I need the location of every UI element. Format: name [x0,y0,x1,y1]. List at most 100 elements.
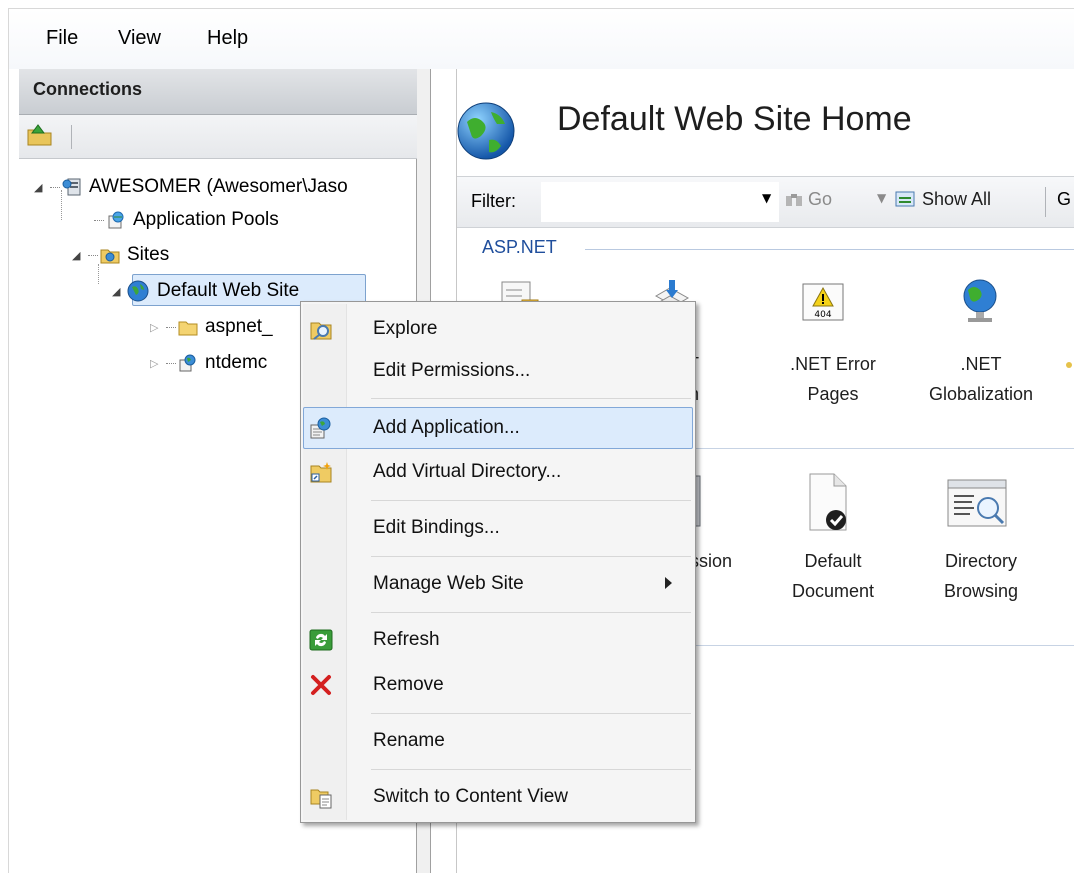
menu-view[interactable]: View [118,27,161,50]
menu-label: Remove [373,674,444,695]
feature-directory-browsing[interactable]: Directory Browsing [906,546,1056,606]
menu-separator [371,713,691,714]
net-error-pages-icon: 404 [801,282,845,324]
error-404-text: 404 [814,310,831,320]
virtual-directory-icon [309,460,333,484]
tree-label-default-site: Default Web Site [157,280,300,301]
site-globe-icon [455,100,517,162]
go-button[interactable]: Go [785,189,832,210]
menu-item-remove[interactable]: Remove [303,664,693,706]
filter-bar: Filter: ▼ Go ▼ Show All G [457,176,1074,228]
menu-item-edit-bindings[interactable]: Edit Bindings... [303,507,693,549]
tree-item-ntdemo[interactable]: ▷ ntdemc [150,348,267,378]
feature-default-document[interactable]: Default Document [768,546,898,606]
tree-connector [50,186,60,188]
expand-closed-icon[interactable]: ▷ [150,357,164,370]
add-application-icon [309,416,333,440]
menu-item-manage-web-site[interactable]: Manage Web Site [303,563,693,605]
show-all-label: Show All [922,189,992,209]
tree-label-app-pools: Application Pools [133,209,279,230]
feature-label: Browsing [943,581,1019,601]
menu-item-explore[interactable]: Explore [303,308,693,350]
menu-separator [371,769,691,770]
feature-label: Document [791,581,875,601]
menu-label: Rename [373,730,445,751]
application-icon [178,353,198,373]
menu-separator [371,500,691,501]
menu-label: Explore [373,318,438,339]
explore-icon [309,317,333,341]
menu-label: Manage Web Site [373,573,524,594]
menu-item-edit-permissions[interactable]: Edit Permissions... [303,350,693,392]
expand-closed-icon[interactable]: ▷ [150,321,164,334]
row-divider [690,448,1074,449]
tree-connector [166,362,176,364]
menu-label: Switch to Content View [373,786,569,807]
menu-help[interactable]: Help [207,27,248,50]
menu-file[interactable]: File [46,27,78,50]
tree-label-aspnet: aspnet_ [205,316,273,337]
menu-label: Edit Permissions... [373,360,531,381]
menu-item-refresh[interactable]: Refresh [303,619,693,661]
expand-open-icon[interactable]: ◢ [34,181,48,194]
menu-label: Edit Bindings... [373,517,500,538]
feature-label: Globalization [928,384,1034,404]
connect-folder-icon[interactable] [27,123,53,147]
connections-title: Connections [33,79,143,99]
menu-item-rename[interactable]: Rename [303,720,693,762]
tree-item-aspnet[interactable]: ▷ aspnet_ [150,312,273,342]
menu-item-add-application[interactable]: Add Application... [303,407,693,449]
tree-label-sites: Sites [127,244,170,265]
globe-icon [126,279,150,303]
context-menu: Explore Edit Permissions... Add Applicat… [300,301,696,823]
tree-label-server: AWESOMER (Awesomer\Jaso [89,176,348,197]
feature-label: ssion [690,551,733,571]
menu-item-add-virtual-directory[interactable]: Add Virtual Directory... [303,451,693,493]
feature-net-error-pages[interactable]: .NET Error Pages [768,349,898,409]
filter-separator [1045,187,1046,217]
connections-header: Connections [19,69,417,115]
feature-session-state[interactable]: ssion [690,546,760,576]
show-all-button[interactable]: Show All [895,189,991,210]
page-title: Default Web Site Home [557,100,912,138]
filter-label: Filter: [471,191,516,211]
default-document-icon [806,472,850,534]
feature-net-globalization[interactable]: .NET Globalization [906,349,1056,409]
feature-label: Directory [944,551,1017,571]
directory-browsing-icon [946,478,1010,530]
tree-item-sites[interactable]: ◢ Sites [72,240,169,270]
show-all-icon [895,190,917,208]
group-aspnet-label: ASP.NET [482,237,557,257]
group-divider [585,249,1074,250]
server-icon [62,177,82,197]
menu-label: Add Virtual Directory... [373,461,562,482]
tree-item-app-pools[interactable]: Application Pools [92,205,279,235]
go-dropdown-icon[interactable]: ▼ [877,191,886,205]
partial-icon-hint [1066,362,1072,368]
menu-separator [371,612,691,613]
refresh-icon [309,628,333,652]
group-by-label[interactable]: G [1057,189,1071,210]
filter-input[interactable] [541,182,779,222]
submenu-arrow-icon [665,577,672,589]
menu-item-switch-content-view[interactable]: Switch to Content View [303,776,693,818]
tree-connector [166,326,176,328]
filter-dropdown-icon[interactable]: ▼ [762,191,771,205]
tree-connector [94,219,104,221]
tree-label-ntdemo: ntdemc [205,352,268,373]
menu-separator [371,556,691,557]
net-globalization-icon [958,278,1002,324]
tree-item-default-site[interactable]: ◢ Default Web Site [112,276,299,306]
feature-label: Default [804,551,862,571]
tree-connector [88,254,98,256]
menu-bar: File View Help [9,9,1074,69]
feature-label: Pages [807,384,859,404]
feature-label: .NET Error [790,354,876,374]
expand-open-icon[interactable]: ◢ [72,249,86,262]
menu-label: Refresh [373,629,440,650]
expand-open-icon[interactable]: ◢ [112,285,126,298]
row-divider [690,645,1074,646]
tree-item-server[interactable]: ◢ AWESOMER (Awesomer\Jaso [34,172,348,202]
go-label: Go [808,189,833,209]
binoculars-icon [785,191,803,207]
